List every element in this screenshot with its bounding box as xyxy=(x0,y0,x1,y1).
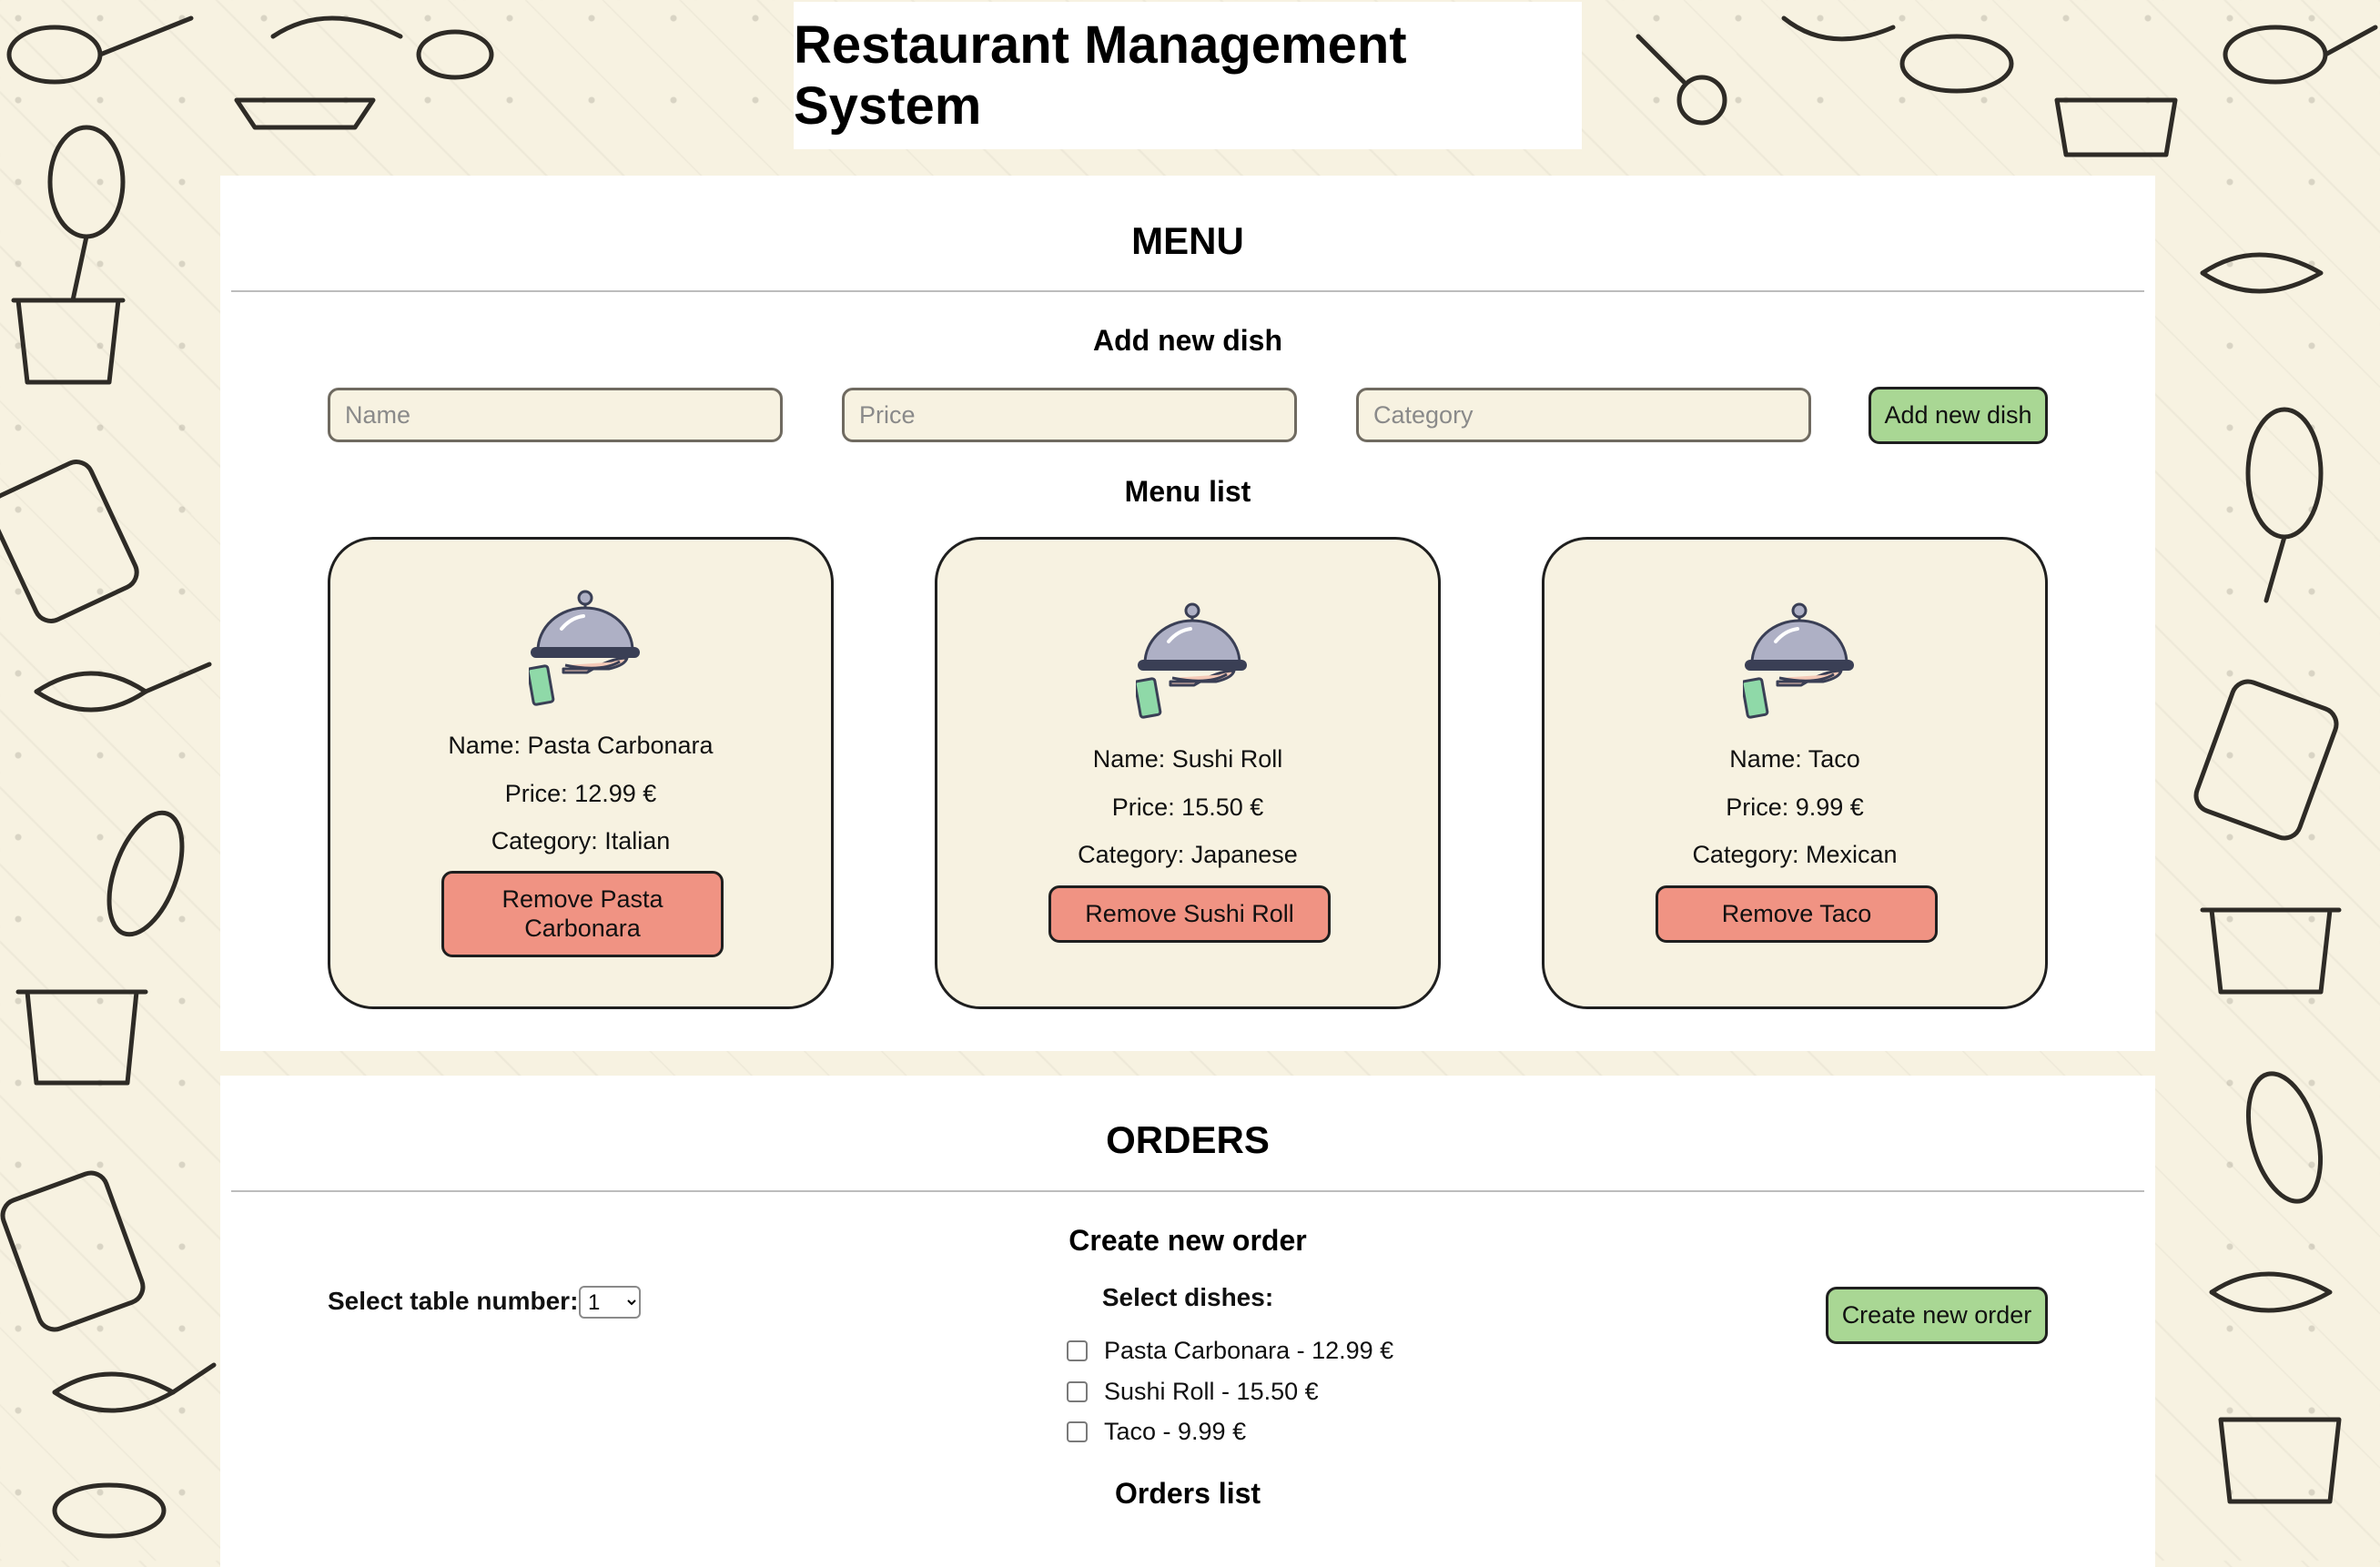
dish-option-checkbox[interactable] xyxy=(1067,1381,1088,1402)
app-title-box: Restaurant Management System xyxy=(794,2,1582,149)
orders-divider xyxy=(231,1190,2144,1192)
serving-cloche-icon xyxy=(529,590,640,706)
dish-option-row[interactable]: Pasta Carbonara - 12.99 € xyxy=(1067,1337,1393,1365)
dish-category: Category: Japanese xyxy=(1078,841,1298,868)
dish-name: Name: Sushi Roll xyxy=(1092,745,1283,773)
dish-option-row[interactable]: Taco - 9.99 € xyxy=(1067,1418,1246,1446)
orders-panel: ORDERS Create new order Select table num… xyxy=(220,1076,2155,1567)
dish-category: Category: Mexican xyxy=(1692,841,1898,868)
dish-card: Name: Taco Price: 9.99 € Category: Mexic… xyxy=(1542,537,2048,1009)
remove-dish-button[interactable]: Remove Taco xyxy=(1656,885,1938,943)
serving-cloche-icon xyxy=(1743,602,1854,719)
dish-option-row[interactable]: Sushi Roll - 15.50 € xyxy=(1067,1378,1319,1406)
dish-price: Price: 15.50 € xyxy=(1111,794,1264,821)
dish-option-label: Pasta Carbonara - 12.99 € xyxy=(1104,1337,1394,1364)
dish-price: Price: 12.99 € xyxy=(504,780,657,807)
dish-category: Category: Italian xyxy=(491,827,671,854)
dish-option-label: Sushi Roll - 15.50 € xyxy=(1104,1378,1319,1405)
serving-cloche-icon xyxy=(1136,602,1247,719)
menu-heading: MENU xyxy=(1131,219,1244,262)
dish-card: Name: Pasta Carbonara Price: 12.99 € Cat… xyxy=(328,537,834,1009)
remove-dish-button[interactable]: Remove Sushi Roll xyxy=(1048,885,1331,943)
dish-category-input[interactable] xyxy=(1356,388,1811,442)
orders-heading: ORDERS xyxy=(1106,1118,1270,1161)
dish-name-input[interactable] xyxy=(328,388,783,442)
create-order-title: Create new order xyxy=(1068,1224,1307,1257)
menu-list-title: Menu list xyxy=(1124,475,1251,508)
dish-price: Price: 9.99 € xyxy=(1726,794,1864,821)
add-dish-button[interactable]: Add new dish xyxy=(1869,387,2048,444)
menu-divider xyxy=(231,290,2144,292)
add-dish-title: Add new dish xyxy=(1093,324,1282,357)
dish-option-label: Taco - 9.99 € xyxy=(1104,1418,1247,1445)
dish-card: Name: Sushi Roll Price: 15.50 € Category… xyxy=(935,537,1441,1009)
orders-list-title: Orders list xyxy=(1114,1477,1261,1510)
create-order-button[interactable]: Create new order xyxy=(1826,1287,2048,1344)
remove-dish-button[interactable]: Remove Pasta Carbonara xyxy=(441,871,724,957)
app-title: Restaurant Management System xyxy=(794,15,1407,136)
dish-option-checkbox[interactable] xyxy=(1067,1340,1088,1361)
menu-panel: MENU Add new dish Add new dish Menu list… xyxy=(220,176,2155,1051)
dish-option-checkbox[interactable] xyxy=(1067,1421,1088,1442)
dish-price-input[interactable] xyxy=(842,388,1297,442)
dish-name: Name: Pasta Carbonara xyxy=(448,732,714,759)
dish-name: Name: Taco xyxy=(1729,745,1860,773)
